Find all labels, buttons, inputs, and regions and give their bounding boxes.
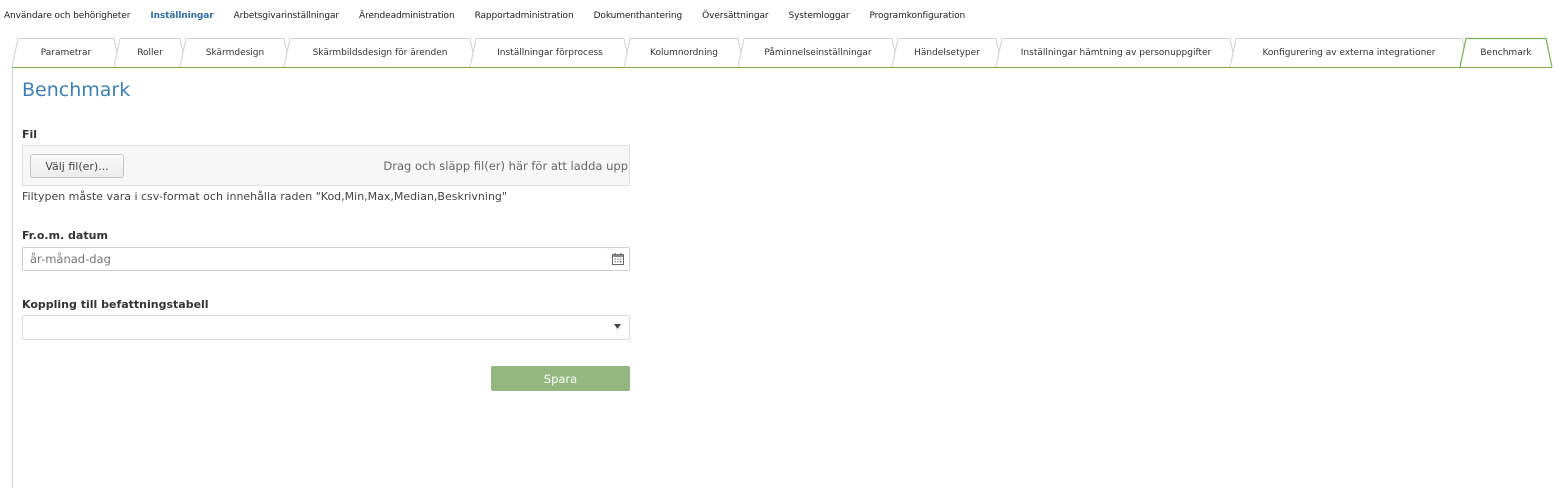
tab-label: Skärmdesign xyxy=(205,47,265,58)
panel-divider xyxy=(12,67,1552,68)
tab-label: Inställningar hämtning av personuppgifte… xyxy=(1020,47,1212,58)
file-format-hint: Filtypen måste vara i csv-format och inn… xyxy=(22,190,507,203)
choose-files-button[interactable]: Välj fil(er)... xyxy=(30,154,124,178)
content-panel xyxy=(12,67,1562,488)
tab-benchmark[interactable]: Benchmark xyxy=(1459,37,1553,68)
tab-label: Inställningar förprocess xyxy=(497,47,603,58)
caret-down-icon xyxy=(614,324,621,329)
date-picker-button[interactable] xyxy=(606,247,630,271)
nav-item-case-administration[interactable]: Ärendeadministration xyxy=(359,11,455,21)
page-title: Benchmark xyxy=(22,79,131,101)
nav-item-report-administration[interactable]: Rapportadministration xyxy=(475,11,574,21)
nav-item-system-logs[interactable]: Systemloggar xyxy=(788,11,849,21)
drop-hint-text: Drag och släpp fil(er) här för att ladda… xyxy=(383,159,628,173)
nav-item-program-configuration[interactable]: Programkonfiguration xyxy=(869,11,965,21)
tab-label: Påminnelseinställningar xyxy=(764,47,872,58)
tab-reminder-settings[interactable]: Påminnelseinställningar xyxy=(737,38,899,68)
tab-label: Benchmark xyxy=(1480,47,1532,58)
position-table-select[interactable] xyxy=(22,315,630,340)
tab-column-order[interactable]: Kolumnordning xyxy=(623,38,745,68)
top-navigation: Användare och behörigheter Inställningar… xyxy=(0,0,1562,32)
tab-case-screen-design[interactable]: Skärmbildsdesign för ärenden xyxy=(283,38,477,68)
save-button[interactable]: Spara xyxy=(491,366,630,391)
file-dropzone[interactable]: Välj fil(er)... Drag och släpp fil(er) h… xyxy=(22,145,630,186)
nav-item-document-management[interactable]: Dokumenthantering xyxy=(594,11,683,21)
calendar-icon xyxy=(611,253,624,265)
nav-item-settings[interactable]: Inställningar xyxy=(150,11,213,21)
tab-label: Kolumnordning xyxy=(649,47,719,58)
tab-screen-design[interactable]: Skärmdesign xyxy=(179,38,291,68)
tab-label: Parametrar xyxy=(40,47,92,58)
nav-item-translations[interactable]: Översättningar xyxy=(702,11,768,21)
tab-label: Händelsetyper xyxy=(914,47,980,58)
tab-event-types[interactable]: Händelsetyper xyxy=(891,38,1003,68)
tab-personal-data-retrieval-settings[interactable]: Inställningar hämtning av personuppgifte… xyxy=(995,38,1237,68)
settings-tabs: Parametrar Roller Skärmdesign Skärmbilds… xyxy=(11,37,1554,68)
position-table-label: Koppling till befattningstabell xyxy=(22,298,209,311)
file-label: Fil xyxy=(22,128,38,141)
tab-label: Roller xyxy=(137,47,163,58)
tab-roles[interactable]: Roller xyxy=(113,38,187,68)
tab-external-integrations[interactable]: Konfigurering av externa integrationer xyxy=(1229,38,1469,68)
nav-item-employer-settings[interactable]: Arbetsgivarinställningar xyxy=(234,11,340,21)
from-date-label: Fr.o.m. datum xyxy=(22,229,108,242)
tab-preprocess-settings[interactable]: Inställningar förprocess xyxy=(469,38,631,68)
tab-label: Konfigurering av externa integrationer xyxy=(1262,47,1436,58)
from-date-input[interactable] xyxy=(22,247,607,271)
tab-label: Skärmbildsdesign för ärenden xyxy=(312,47,448,58)
tab-parameters[interactable]: Parametrar xyxy=(11,38,121,68)
nav-item-users-permissions[interactable]: Användare och behörigheter xyxy=(4,11,130,21)
